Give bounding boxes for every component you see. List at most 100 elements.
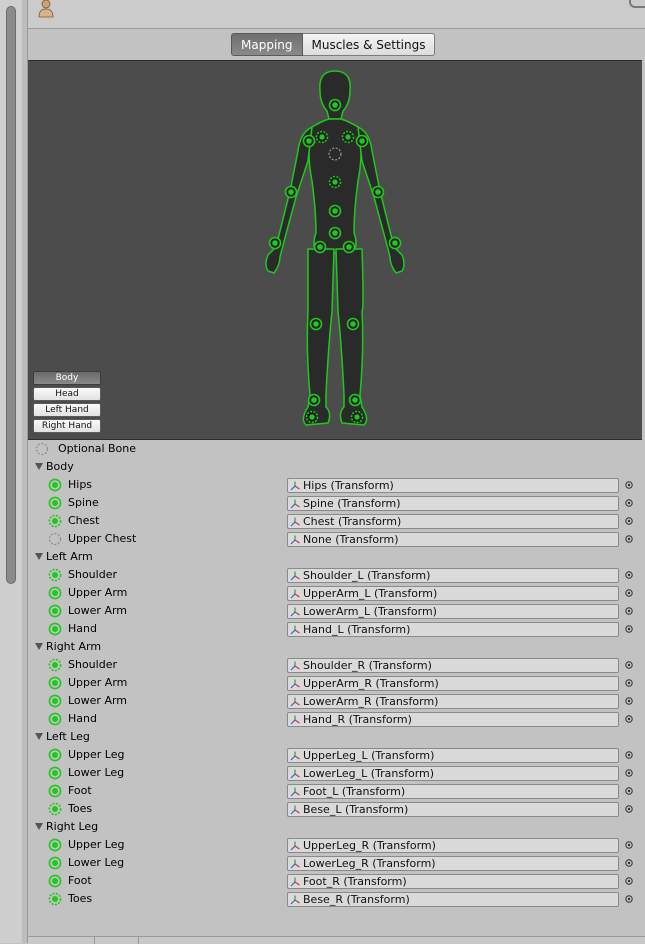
object-picker-icon[interactable] (625, 841, 633, 849)
transform-object-field[interactable]: LowerArm_L (Transform) (287, 604, 619, 619)
object-picker-icon[interactable] (625, 715, 633, 723)
object-picker-icon[interactable] (625, 499, 633, 507)
object-picker-icon[interactable] (625, 751, 633, 759)
bone-joint-marker[interactable] (305, 410, 319, 424)
expand-triangle-icon[interactable] (35, 553, 43, 560)
object-picker-icon[interactable] (625, 625, 633, 633)
transform-object-field[interactable]: UpperArm_R (Transform) (287, 676, 619, 691)
transform-object-field[interactable]: LowerLeg_L (Transform) (287, 766, 619, 781)
transform-object-field[interactable]: Bese_L (Transform) (287, 802, 619, 817)
transform-axis-icon (290, 697, 300, 707)
optional-mapped-bone-icon (48, 658, 62, 672)
transform-object-field[interactable]: UpperLeg_L (Transform) (287, 748, 619, 763)
tab-mapping[interactable]: Mapping (231, 33, 303, 56)
transform-object-field[interactable]: Bese_R (Transform) (287, 892, 619, 907)
object-picker-icon[interactable] (625, 517, 633, 525)
section-foldout[interactable]: Body (28, 458, 645, 476)
object-picker-icon[interactable] (625, 661, 633, 669)
transform-field-value: None (Transform) (303, 533, 399, 546)
object-picker-icon[interactable] (625, 859, 633, 867)
transform-object-field[interactable]: UpperArm_L (Transform) (287, 586, 619, 601)
transform-axis-icon (290, 715, 300, 725)
tab-muscles-settings[interactable]: Muscles & Settings (302, 33, 436, 56)
object-picker-icon[interactable] (625, 877, 633, 885)
transform-object-field[interactable]: None (Transform) (287, 532, 619, 547)
mapped-bone-icon (48, 712, 62, 726)
transform-object-field[interactable]: Spine (Transform) (287, 496, 619, 511)
bone-row: Lower Arm LowerArm_R (Transform) (28, 692, 645, 710)
bone-joint-marker[interactable] (328, 226, 342, 240)
expand-triangle-icon[interactable] (35, 643, 43, 650)
object-picker-icon[interactable] (625, 697, 633, 705)
section-title: Left Leg (46, 730, 90, 743)
bone-joint-marker[interactable] (268, 236, 282, 250)
object-picker-icon[interactable] (625, 679, 633, 687)
transform-object-field[interactable]: UpperLeg_R (Transform) (287, 838, 619, 853)
bone-joint-marker[interactable] (284, 185, 298, 199)
bone-joint-marker[interactable] (315, 130, 329, 144)
section-foldout[interactable]: Left Arm (28, 548, 645, 566)
object-picker-icon[interactable] (625, 571, 633, 579)
right-hand-button[interactable]: Right Hand (33, 419, 101, 433)
object-picker-icon[interactable] (625, 535, 633, 543)
expand-triangle-icon[interactable] (35, 733, 43, 740)
object-picker-icon[interactable] (625, 787, 633, 795)
bone-joint-marker[interactable] (348, 393, 362, 407)
bone-joint-marker[interactable] (388, 236, 402, 250)
bone-joint-marker[interactable] (342, 240, 356, 254)
object-picker-icon[interactable] (625, 805, 633, 813)
optional-bone-label: Optional Bone (58, 442, 137, 455)
transform-object-field[interactable]: Shoulder_L (Transform) (287, 568, 619, 583)
transform-object-field[interactable]: Hand_L (Transform) (287, 622, 619, 637)
bone-joint-marker[interactable] (328, 98, 342, 112)
transform-object-field[interactable]: Shoulder_R (Transform) (287, 658, 619, 673)
mapped-bone-icon (48, 838, 62, 852)
body-button[interactable]: Body (33, 371, 101, 385)
bone-label: Toes (68, 802, 93, 815)
bone-row: Upper Chest None (Transform) (28, 530, 645, 548)
transform-field-value: LowerLeg_R (Transform) (303, 857, 436, 870)
transform-object-field[interactable]: Chest (Transform) (287, 514, 619, 529)
bone-label: Foot (68, 784, 92, 797)
bone-joint-marker[interactable] (355, 134, 369, 148)
bone-row: Upper Arm UpperArm_R (Transform) (28, 674, 645, 692)
optional-mapped-bone-icon (48, 892, 62, 906)
mapped-bone-icon (48, 766, 62, 780)
object-picker-icon[interactable] (625, 607, 633, 615)
bone-joint-marker[interactable] (328, 204, 342, 218)
transform-object-field[interactable]: Hips (Transform) (287, 478, 619, 493)
bone-joint-marker[interactable] (309, 317, 323, 331)
transform-object-field[interactable]: LowerLeg_R (Transform) (287, 856, 619, 871)
bone-joint-marker[interactable] (313, 240, 327, 254)
bone-joint-marker[interactable] (302, 134, 316, 148)
transform-field-value: UpperArm_R (Transform) (303, 677, 439, 690)
object-picker-icon[interactable] (625, 895, 633, 903)
section-foldout[interactable]: Left Leg (28, 728, 645, 746)
expand-triangle-icon[interactable] (35, 823, 43, 830)
head-button[interactable]: Head (33, 387, 101, 401)
object-picker-icon[interactable] (625, 589, 633, 597)
transform-object-field[interactable]: Foot_L (Transform) (287, 784, 619, 799)
left-hand-button[interactable]: Left Hand (33, 403, 101, 417)
bone-joint-marker[interactable] (350, 410, 364, 424)
bone-joint-marker[interactable] (346, 317, 360, 331)
transform-object-field[interactable]: Foot_R (Transform) (287, 874, 619, 889)
object-picker-icon[interactable] (625, 481, 633, 489)
section-foldout[interactable]: Right Arm (28, 638, 645, 656)
scrollbar-thumb[interactable] (6, 6, 16, 584)
bone-joint-marker[interactable] (328, 175, 342, 189)
bone-label: Lower Leg (68, 766, 125, 779)
bone-joint-marker[interactable] (307, 393, 321, 407)
transform-field-value: Hand_L (Transform) (303, 623, 411, 636)
object-picker-icon[interactable] (625, 769, 633, 777)
bone-joint-marker[interactable] (341, 130, 355, 144)
transform-object-field[interactable]: Hand_R (Transform) (287, 712, 619, 727)
expand-triangle-icon[interactable] (35, 463, 43, 470)
section-foldout[interactable]: Right Leg (28, 818, 645, 836)
transform-object-field[interactable]: LowerArm_R (Transform) (287, 694, 619, 709)
transform-axis-icon (290, 481, 300, 491)
vertical-scrollbar[interactable] (0, 0, 23, 943)
bone-label: Hips (68, 478, 93, 491)
mapped-bone-icon (48, 874, 62, 888)
bone-joint-marker[interactable] (371, 185, 385, 199)
